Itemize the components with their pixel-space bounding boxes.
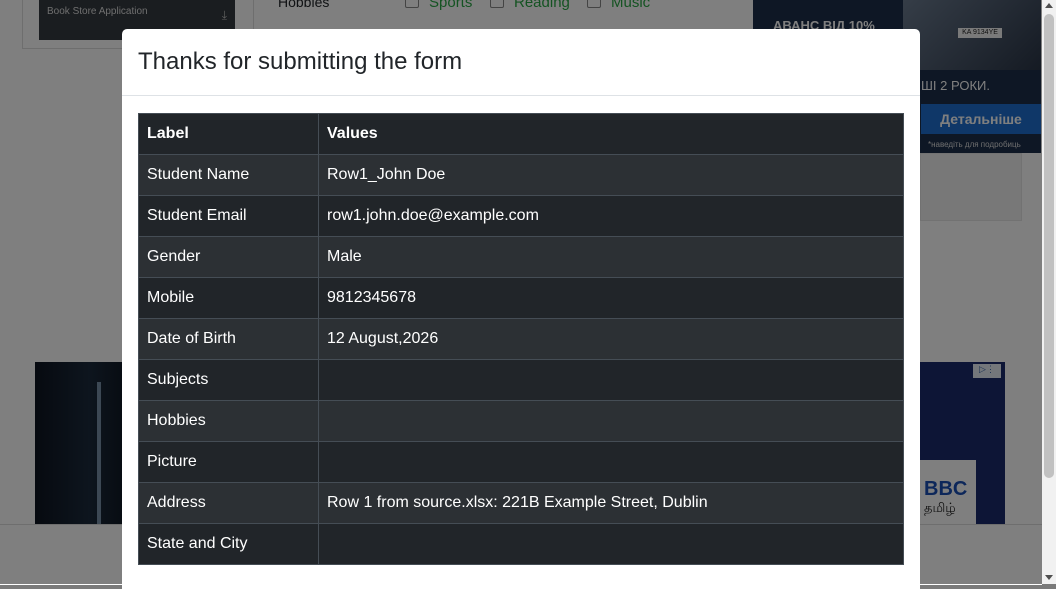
table-row: Gender Male [138, 236, 904, 278]
row-label: Hobbies [138, 400, 319, 442]
row-label: Date of Birth [138, 318, 319, 360]
scrollbar-thumb[interactable] [1044, 14, 1054, 478]
submission-table: Label Values Student Name Row1_John Doe S… [138, 113, 904, 565]
row-value: Male [318, 236, 904, 278]
row-value: Row1_John Doe [318, 154, 904, 196]
row-label: Address [138, 482, 319, 524]
vertical-scrollbar[interactable] [1042, 0, 1056, 584]
row-label: Mobile [138, 277, 319, 319]
row-label: Gender [138, 236, 319, 278]
row-label: Student Email [138, 195, 319, 237]
table-row: Mobile 9812345678 [138, 277, 904, 319]
modal-title: Thanks for submitting the form [138, 48, 463, 75]
table-row: Subjects [138, 359, 904, 401]
row-value: 12 August,2026 [318, 318, 904, 360]
table-row: Date of Birth 12 August,2026 [138, 318, 904, 360]
row-value: row1.john.doe@example.com [318, 195, 904, 237]
scroll-up-arrow-icon[interactable] [1045, 3, 1053, 8]
row-label: Subjects [138, 359, 319, 401]
submission-modal: Thanks for submitting the form Label Val… [122, 29, 920, 589]
table-header-row: Label Values [138, 113, 904, 155]
modal-header: Thanks for submitting the form [122, 29, 920, 96]
column-header-values: Values [318, 113, 904, 155]
row-label: Picture [138, 441, 319, 483]
row-value [318, 400, 904, 442]
table-row: Hobbies [138, 400, 904, 442]
row-value: 9812345678 [318, 277, 904, 319]
column-header-label: Label [138, 113, 319, 155]
row-value [318, 441, 904, 483]
row-value [318, 359, 904, 401]
table-row: Picture [138, 441, 904, 483]
table-row: State and City [138, 523, 904, 565]
table-row: Student Name Row1_John Doe [138, 154, 904, 196]
row-label: State and City [138, 523, 319, 565]
row-value: Row 1 from source.xlsx: 221B Example Str… [318, 482, 904, 524]
row-label: Student Name [138, 154, 319, 196]
scroll-down-arrow-icon[interactable] [1045, 575, 1053, 580]
row-value [318, 523, 904, 565]
table-row: Student Email row1.john.doe@example.com [138, 195, 904, 237]
table-row: Address Row 1 from source.xlsx: 221B Exam… [138, 482, 904, 524]
